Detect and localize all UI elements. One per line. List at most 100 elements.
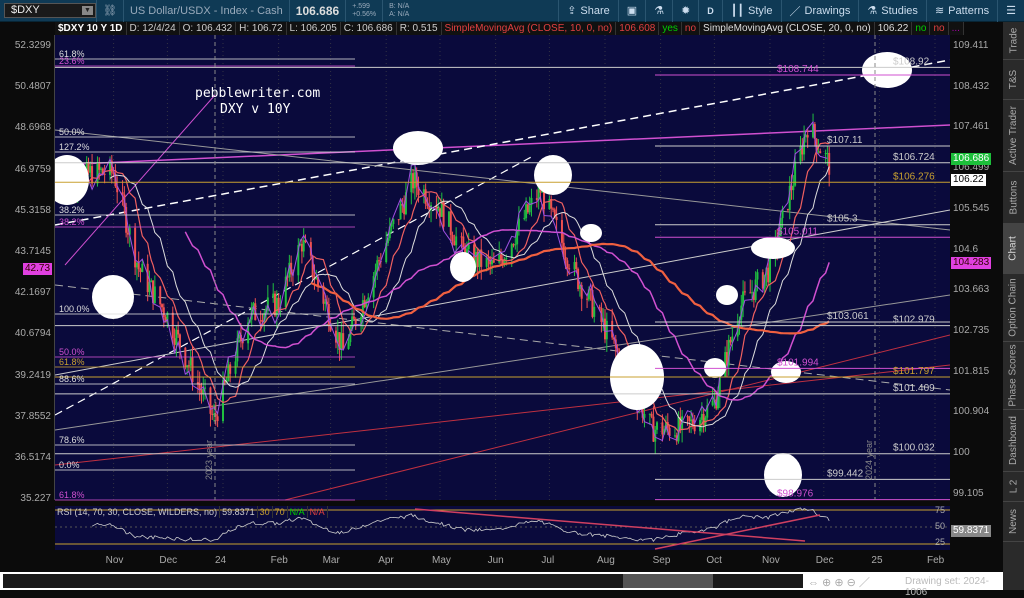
candle-body [141,263,144,272]
bar-range: R: 0.515 [397,22,442,35]
side-tab-dashboard[interactable]: Dashboard [1003,410,1024,472]
side-tab-active-trader[interactable]: Active Trader [1003,100,1024,172]
flask-button[interactable]: ⚗ [645,0,672,22]
side-tab-news[interactable]: News [1003,502,1024,542]
rsi-info: RSI (14, 70, 30, CLOSE, WILDERS, no) 59.… [55,506,328,518]
watermark-subtitle: DXY v 10Y [220,102,291,117]
candle-body [528,205,531,213]
x-axis-label: 24 [214,555,227,566]
candle-body [453,241,456,246]
gear-icon: ✹ [681,5,691,17]
fib-label: 61.8% [59,490,85,500]
scrollbar-thumb[interactable] [623,574,713,588]
fib-label: 0.0% [59,460,80,470]
share-button[interactable]: ⇪ Share [558,0,618,22]
side-tab-label: Dashboard [1008,416,1020,465]
annotation-circle [393,131,443,165]
studies-button[interactable]: ⚗ Studies [858,0,926,22]
candle-body [598,306,601,308]
chevron-down-icon[interactable]: ▼ [82,6,93,15]
left-axis-tick: 37.8552 [14,410,51,422]
sma10-label[interactable]: SimpleMovingAvg (CLOSE, 10, 0, no) [442,22,617,35]
candle-body [378,260,381,262]
candle-body [586,298,589,300]
right-axis-tick: 100 [953,447,970,458]
bar-close: C: 106.686 [341,22,397,35]
drawings-button[interactable]: ／ Drawings [780,0,859,22]
right-axis: 109.411 108.432 107.461 106.499 105.545 104.6… [950,35,1003,570]
horizontal-scrollbar[interactable] [3,574,803,588]
candle-body [492,260,495,263]
price-chart[interactable]: $108.92 $108.744 $107.11 $106.724 $106.276 $1… [55,35,950,555]
candle-body [98,162,101,170]
symbol-input[interactable]: $DXY ▼ [4,3,96,18]
price-level-label: $99.442 [827,468,864,479]
fib-label: 61.8% [59,357,85,367]
screenshot-button[interactable]: ▣ [617,0,645,22]
left-axis-tick: 52.3299 [14,40,51,51]
candle-body [729,339,732,343]
candle-body [135,262,138,268]
candle-body [399,203,402,220]
link-icon[interactable]: ⛓ [96,0,123,22]
side-tab-t-s[interactable]: T&S [1003,60,1024,100]
fib-label: 88.6% [59,374,85,384]
patterns-button[interactable]: ≋ Patterns [925,0,997,22]
price-level-label: $101.797 [893,366,935,377]
candle-icon: ┃┃ [730,5,745,17]
fib-label: 100.0% [59,304,90,314]
sma20-flag: no [912,22,931,35]
zoom-controls[interactable]: ⇔ ⊕ ⊕ ⊖ ／ [808,574,870,590]
side-tab-chart[interactable]: Chart [1003,224,1024,274]
candle-body [96,162,99,184]
annotation-circle [580,224,602,242]
sma20-label[interactable]: SimpleMovingAvg (CLOSE, 20, 0, no) [700,22,875,35]
rsi-na1: N/A [288,506,308,518]
candle-body [525,204,528,219]
annotation-circle [450,252,476,282]
candle-body [162,307,165,318]
side-tab-phase-scores[interactable]: Phase Scores [1003,342,1024,410]
last-price-badge: 106.686 [951,153,992,165]
bid: B: N/A [389,2,410,10]
side-tab-trade[interactable]: Trade [1003,22,1024,60]
candle-body [234,361,237,374]
candle-body [568,268,571,270]
candle-body [817,151,820,153]
side-tab-l-2[interactable]: L 2 [1003,472,1024,502]
drawing-set[interactable]: Drawing set: 2024-1006 [905,576,1003,598]
candle-body [302,240,305,252]
left-axis-tick: 50.4807 [14,81,51,93]
candle-body [526,204,529,213]
candle-body [611,320,614,338]
aggregation-button[interactable]: D [698,0,722,22]
candle-body [340,333,343,350]
candle-body [177,329,180,335]
candle-body [447,211,450,227]
studies-label: Studies [881,4,918,17]
more-studies[interactable]: ... [949,22,964,35]
candle-body [460,236,463,238]
fib-label: 23.6% [59,56,85,66]
left-axis-tick: 43.7145 [14,246,51,257]
candle-body [229,364,232,374]
yield-price-badge: 104.283 [951,257,992,269]
rsi-label[interactable]: RSI (14, 70, 30, CLOSE, WILDERS, no) [55,506,221,518]
x-axis-label: Jul [541,555,555,566]
settings-button[interactable]: ✹ [672,0,698,22]
candle-body [451,234,454,242]
candle-body [673,435,676,437]
side-tab-buttons[interactable]: Buttons [1003,172,1024,224]
fib-label: 38.2% [59,205,85,215]
x-axis-label: Feb [927,555,945,566]
candle-body [575,262,578,269]
menu-icon: ☰ [1006,5,1016,17]
menu-button[interactable]: ☰ [997,0,1024,22]
style-button[interactable]: ┃┃ Style [721,0,781,22]
footer-bar: ⇔ ⊕ ⊕ ⊖ ／ Drawing set: 2024-1006 [0,572,1003,598]
rsi-na2: N/A [308,506,328,518]
candle-body [605,320,608,340]
aggregation-label: D [707,5,714,16]
side-tab-option-chain[interactable]: Option Chain [1003,274,1024,342]
candle-body [826,153,829,155]
